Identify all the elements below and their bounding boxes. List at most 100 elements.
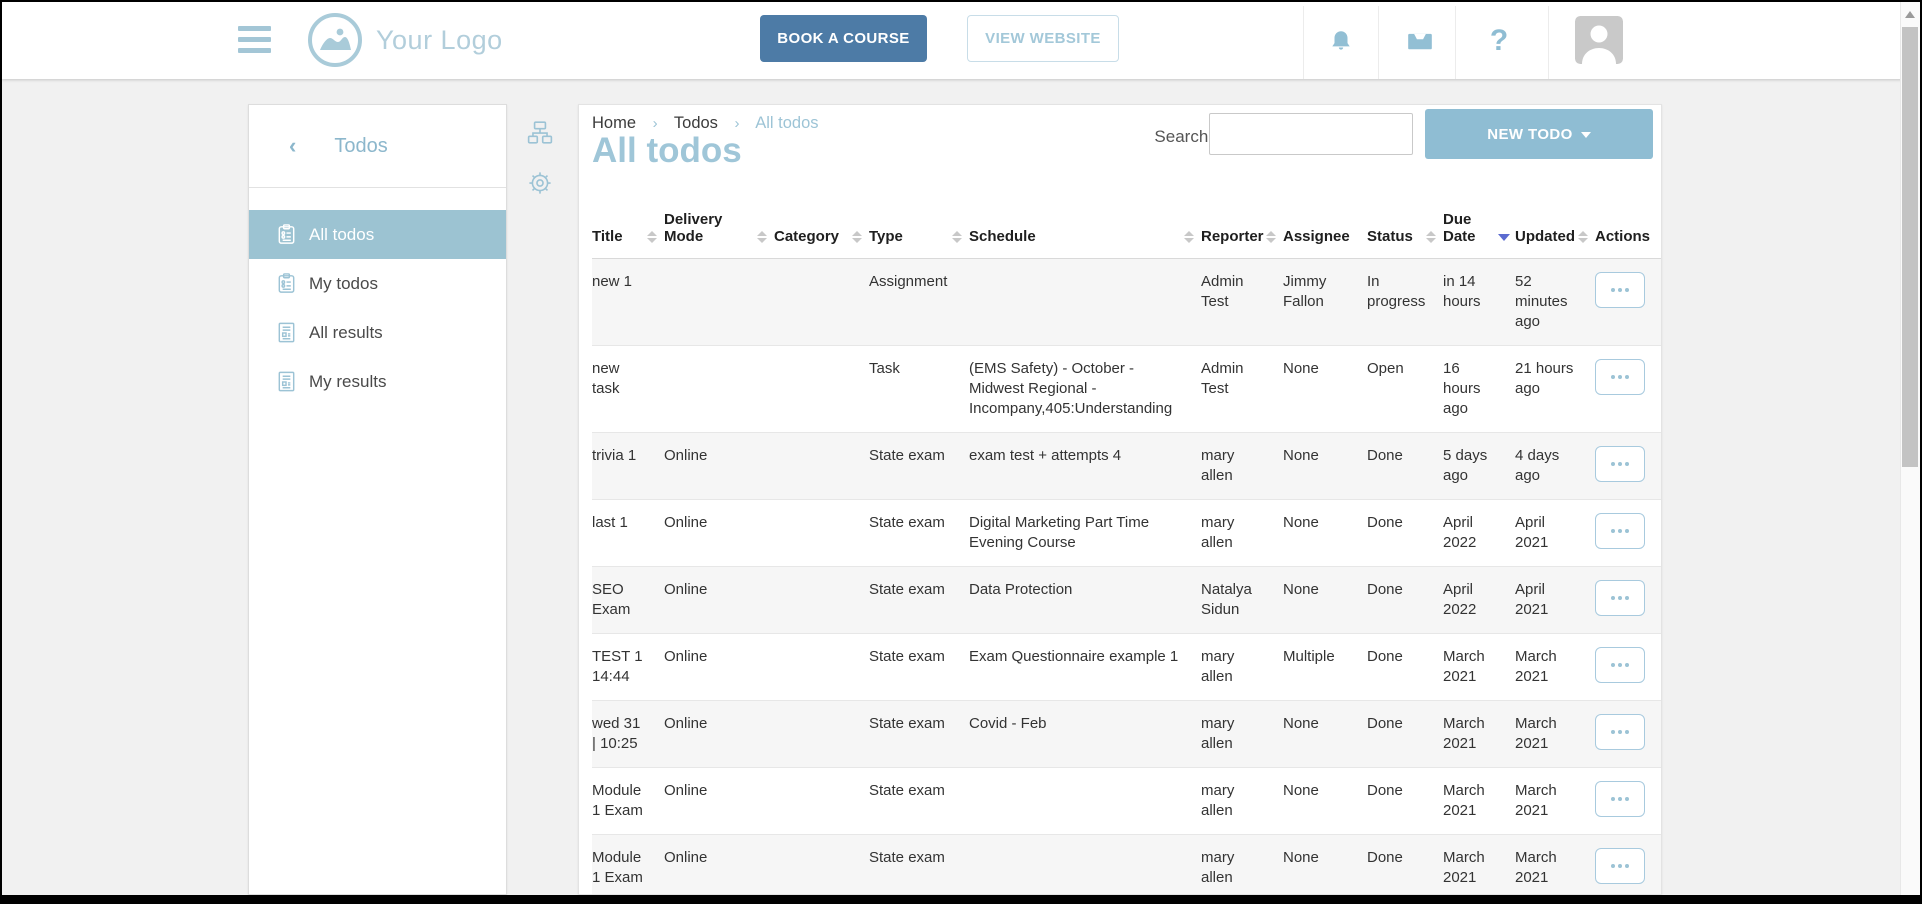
cell-actions: [1595, 259, 1661, 346]
ellipsis-icon: [1625, 864, 1629, 868]
sidebar-item-my-todos[interactable]: My todos: [249, 259, 506, 308]
column-header-type[interactable]: Type: [869, 191, 969, 259]
sort-desc-icon: [1498, 234, 1510, 241]
cell-reporter: Natalya Sidun: [1201, 567, 1283, 634]
cell-reporter: mary allen: [1201, 835, 1283, 896]
cell-schedule: [969, 835, 1201, 896]
new-todo-button[interactable]: NEW TODO: [1425, 109, 1653, 159]
breadcrumb-todos[interactable]: Todos: [674, 114, 718, 132]
table-row: SEO ExamOnlineState examData ProtectionN…: [592, 567, 1661, 634]
row-actions-button[interactable]: [1595, 848, 1645, 884]
row-actions-button[interactable]: [1595, 513, 1645, 549]
row-actions-button[interactable]: [1595, 580, 1645, 616]
column-header-category[interactable]: Category: [774, 191, 869, 259]
column-header-title[interactable]: Title: [592, 191, 664, 259]
row-actions-button[interactable]: [1595, 647, 1645, 683]
book-a-course-button[interactable]: BOOK A COURSE: [760, 15, 927, 62]
cell-type: State exam: [869, 768, 969, 835]
divider: [1303, 6, 1304, 79]
cell-status: In progress: [1367, 259, 1443, 346]
cell-title: Module 1 Exam: [592, 768, 664, 835]
table-header-row: TitleDelivery ModeCategory Type ScheduleRe…: [592, 191, 1661, 259]
cell-category: [774, 567, 869, 634]
cell-delivery-mode: Online: [664, 500, 774, 567]
table-row: wed 31 | 10:25OnlineState examCovid - Fe…: [592, 701, 1661, 768]
cell-schedule: Digital Marketing Part Time Evening Cour…: [969, 500, 1201, 567]
todo-list-icon: [275, 272, 299, 296]
cell-delivery-mode: Online: [664, 835, 774, 896]
cell-delivery-mode: Online: [664, 433, 774, 500]
sidebar-item-label: All results: [309, 323, 383, 343]
cell-delivery-mode: Online: [664, 567, 774, 634]
cell-due-date: April 2022: [1443, 500, 1515, 567]
cell-reporter: mary allen: [1201, 433, 1283, 500]
cell-assignee: None: [1283, 768, 1367, 835]
search-label: Search:: [1154, 127, 1213, 147]
row-actions-button[interactable]: [1595, 359, 1645, 395]
row-actions-button[interactable]: [1595, 714, 1645, 750]
ellipsis-icon: [1618, 730, 1622, 734]
cell-schedule: Data Protection: [969, 567, 1201, 634]
cell-schedule: Exam Questionnaire example 1: [969, 634, 1201, 701]
sidebar-item-all-todos[interactable]: All todos: [249, 210, 506, 259]
cell-updated: April 2021: [1515, 567, 1595, 634]
ellipsis-icon: [1625, 663, 1629, 667]
ellipsis-icon: [1618, 288, 1622, 292]
hamburger-menu-icon[interactable]: [238, 26, 271, 54]
sidebar-item-all-results[interactable]: All results: [249, 308, 506, 357]
cell-title: new task: [592, 346, 664, 433]
column-header-due-date[interactable]: Due Date: [1443, 191, 1515, 259]
gear-icon[interactable]: [527, 170, 553, 196]
search-input[interactable]: [1209, 113, 1413, 155]
column-header-status[interactable]: Status: [1367, 191, 1443, 259]
help-icon[interactable]: ?: [1484, 2, 1514, 79]
sitemap-icon[interactable]: [527, 120, 553, 146]
row-actions-button[interactable]: [1595, 272, 1645, 308]
column-label: Due Date: [1443, 211, 1476, 245]
sidebar-title: Todos: [334, 135, 387, 158]
cell-category: [774, 259, 869, 346]
column-label: Category: [774, 228, 839, 245]
view-website-button[interactable]: VIEW WEBSITE: [967, 15, 1119, 62]
row-actions-button[interactable]: [1595, 446, 1645, 482]
breadcrumb-separator: ›: [735, 115, 740, 132]
cell-category: [774, 346, 869, 433]
cell-reporter: mary allen: [1201, 701, 1283, 768]
cell-due-date: March 2021: [1443, 768, 1515, 835]
back-chevron-icon[interactable]: ‹: [289, 135, 296, 157]
row-actions-button[interactable]: [1595, 781, 1645, 817]
app-window: Your Logo BOOK A COURSE VIEW WEBSITE ?: [0, 0, 1922, 904]
cell-updated: 21 hours ago: [1515, 346, 1595, 433]
scrollbar-up-arrow-icon[interactable]: [1905, 11, 1915, 18]
cell-delivery-mode: Online: [664, 634, 774, 701]
scrollbar-thumb[interactable]: [1902, 27, 1918, 467]
cell-actions: [1595, 567, 1661, 634]
cell-schedule: (EMS Safety) - October - Midwest Regiona…: [969, 346, 1201, 433]
sidebar-item-my-results[interactable]: My results: [249, 357, 506, 406]
vertical-scrollbar[interactable]: [1900, 2, 1920, 895]
cell-status: Open: [1367, 346, 1443, 433]
ellipsis-icon: [1618, 663, 1622, 667]
cell-title: wed 31 | 10:25: [592, 701, 664, 768]
cell-due-date: 5 days ago: [1443, 433, 1515, 500]
ellipsis-icon: [1618, 529, 1622, 533]
cell-status: Done: [1367, 567, 1443, 634]
user-avatar[interactable]: [1575, 16, 1623, 64]
cell-type: Task: [869, 346, 969, 433]
cell-type: State exam: [869, 835, 969, 896]
column-label: Type: [869, 228, 903, 245]
ellipsis-icon: [1625, 797, 1629, 801]
column-header-schedule[interactable]: Schedule: [969, 191, 1201, 259]
breadcrumb-home[interactable]: Home: [592, 114, 636, 132]
table-row: last 1OnlineState examDigital Marketing …: [592, 500, 1661, 567]
column-header-delivery-mode[interactable]: Delivery Mode: [664, 191, 774, 259]
ellipsis-icon: [1625, 730, 1629, 734]
cell-category: [774, 701, 869, 768]
column-header-reporter[interactable]: Reporter: [1201, 191, 1283, 259]
logo[interactable]: Your Logo: [308, 13, 503, 67]
column-header-updated[interactable]: Updated: [1515, 191, 1595, 259]
cell-reporter: mary allen: [1201, 500, 1283, 567]
cell-actions: [1595, 634, 1661, 701]
inbox-tray-icon[interactable]: [1402, 2, 1438, 79]
notifications-bell-icon[interactable]: [1324, 2, 1358, 79]
